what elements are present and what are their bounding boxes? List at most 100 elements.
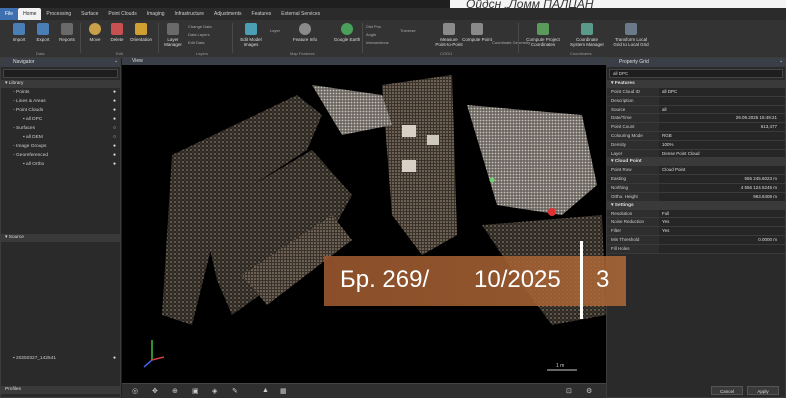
property-value[interactable]: Yes <box>659 227 785 235</box>
eye-icon[interactable]: ● <box>113 354 116 363</box>
property-value[interactable]: all DPC <box>659 88 785 96</box>
property-value[interactable] <box>659 244 785 253</box>
property-row[interactable]: Density 100% <box>607 140 785 150</box>
eye-icon[interactable]: ● <box>113 151 116 160</box>
property-row[interactable]: Northing 4 556 124.5245 m <box>607 183 785 193</box>
tree-item-lines-areas[interactable]: ◦ Lines & Areas ● <box>1 97 120 106</box>
transform-grid-button[interactable]: Transform Local Grid to Local Grid <box>612 23 650 53</box>
tab-point-clouds[interactable]: Point Clouds <box>103 8 141 20</box>
property-row[interactable]: Noise Reduction Yes <box>607 218 785 228</box>
property-value[interactable]: RGB <box>659 131 785 140</box>
eye-icon[interactable]: ● <box>113 142 116 151</box>
pin-icon[interactable]: ▪ <box>780 58 782 67</box>
property-value[interactable]: Cloud Point <box>659 166 785 175</box>
tab-surface[interactable]: Surface <box>76 8 103 20</box>
property-row[interactable]: Point Cloud ID all DPC <box>607 88 785 97</box>
tab-home[interactable]: Home <box>18 8 42 20</box>
profiles-footer[interactable]: Profiles <box>1 386 120 394</box>
property-row[interactable]: Min Threshold 0.0000 m <box>607 235 785 245</box>
google-earth-button[interactable]: Google Earth <box>332 23 362 53</box>
property-row[interactable]: Colouring Mode RGB <box>607 131 785 141</box>
property-row[interactable]: Resolution Full <box>607 209 785 219</box>
pin-icon[interactable]: ▪ <box>115 58 117 67</box>
orbit-icon[interactable]: ◎ <box>132 387 138 395</box>
apply-button[interactable]: Apply <box>747 386 779 395</box>
zoom-icon[interactable]: ⊕ <box>172 387 178 395</box>
property-row[interactable]: Ortho. Height 963.8408 m <box>607 192 785 202</box>
property-value[interactable]: 29.09.2025 15:49:21 <box>659 114 785 123</box>
dist-pos-item[interactable]: Dist Pos <box>366 24 381 29</box>
property-row[interactable]: Point Row Cloud Point <box>607 166 785 176</box>
property-value[interactable]: Dense Point Cloud <box>659 149 785 158</box>
tree-item-all-dpc[interactable]: ▪ all DPC ● <box>1 115 120 124</box>
edit-data-item[interactable]: Edit Data <box>188 40 204 45</box>
cancel-button[interactable]: Cancel <box>711 386 743 395</box>
property-row[interactable]: Source all <box>607 105 785 115</box>
color-mode-icon[interactable]: ✎ <box>232 387 238 395</box>
compute-project-coordinates-button[interactable]: Compute Project Coordinates <box>524 23 562 53</box>
reports-button[interactable]: Reports <box>52 23 82 53</box>
property-value[interactable]: all <box>659 105 785 114</box>
property-value[interactable]: 555 245.6023 m <box>659 175 785 183</box>
tree-item-image-groups[interactable]: ◦ Image Groups ● <box>1 142 120 151</box>
property-row[interactable]: Point Count 613,477 <box>607 123 785 132</box>
property-row[interactable]: Description <box>607 96 785 106</box>
property-value[interactable]: 963.8408 m <box>659 192 785 201</box>
compute-point-button[interactable]: Compute Point <box>462 23 492 53</box>
layer-item[interactable]: Layer <box>270 28 280 33</box>
layers-icon[interactable]: ◈ <box>212 387 217 395</box>
tab-infrastructure[interactable]: Infrastructure <box>170 8 209 20</box>
tab-file[interactable]: File <box>0 8 19 20</box>
property-value[interactable] <box>659 96 785 105</box>
screenshot-icon[interactable]: ▦ <box>280 387 287 395</box>
property-value[interactable]: Yes <box>659 218 785 227</box>
section-settings[interactable]: ▾ Settings <box>607 201 785 210</box>
tab-imaging[interactable]: Imaging <box>142 8 170 20</box>
tab-features[interactable]: Features <box>247 8 277 20</box>
property-value[interactable]: 613,477 <box>659 123 785 131</box>
property-row[interactable]: Filter Yes <box>607 227 785 236</box>
tree-item-surfaces[interactable]: ◦ Surfaces ○ <box>1 124 120 133</box>
property-value[interactable]: 100% <box>659 140 785 149</box>
section-features[interactable]: ▾ Features <box>607 80 785 88</box>
orientation-button[interactable]: Orientation <box>126 23 156 53</box>
layer-manager-button[interactable]: Layer Manager <box>158 23 188 53</box>
eye-icon[interactable]: ● <box>113 106 116 115</box>
change-data-item[interactable]: Change Data <box>188 24 212 29</box>
eye-icon[interactable]: ○ <box>113 124 116 133</box>
property-value[interactable]: Full <box>659 209 785 218</box>
3d-viewport[interactable]: View 1 m ◎ ✥ ⊕ ▣ ◈ ✎ ▲ ▦ ⊡ ⚙ <box>122 57 606 398</box>
eye-icon[interactable]: ● <box>113 160 116 169</box>
property-value[interactable]: 0.0000 m <box>659 235 785 244</box>
selected-object-select[interactable]: all DPC <box>609 69 783 78</box>
property-row[interactable]: Easting 555 245.6023 m <box>607 175 785 184</box>
measure-button[interactable]: Measure Point-to-Point <box>434 23 464 53</box>
red-marker-icon[interactable] <box>548 208 556 216</box>
tree-item-source[interactable]: ▪ 20250327_142541 ● <box>1 354 120 363</box>
tab-processing[interactable]: Processing <box>41 8 76 20</box>
eye-icon[interactable]: ○ <box>113 133 116 142</box>
property-row[interactable]: Fill Holes <box>607 244 785 254</box>
property-value[interactable]: 4 556 124.5245 m <box>659 183 785 192</box>
tree-item-points[interactable]: ◦ Points ● <box>1 88 120 97</box>
navigator-search-input[interactable] <box>3 69 118 78</box>
traverse-item[interactable]: Traverse <box>400 28 416 33</box>
property-row[interactable]: Date/Time 29.09.2025 15:49:21 <box>607 114 785 124</box>
green-marker-icon[interactable] <box>489 177 495 183</box>
tab-external-services[interactable]: External Services <box>276 8 325 20</box>
eye-icon[interactable]: ● <box>113 88 116 97</box>
camera-icon[interactable]: ▲ <box>262 387 269 394</box>
fit-view-icon[interactable]: ⊡ <box>566 387 572 395</box>
tree-item-all-ortho[interactable]: ▪ all Ortho ● <box>1 160 120 169</box>
source-header[interactable]: ▾ Source <box>1 234 120 242</box>
property-row[interactable]: Layer Dense Point Cloud <box>607 149 785 159</box>
pan-icon[interactable]: ✥ <box>152 387 158 395</box>
edit-model-images-button[interactable]: Edit Model Images <box>236 23 266 53</box>
tree-item-georeferenced[interactable]: ◦ Georeferenced ● <box>1 151 120 160</box>
intersections-item[interactable]: Intersections <box>366 40 389 45</box>
data-layers-item[interactable]: Data Layers <box>188 32 210 37</box>
eye-icon[interactable]: ● <box>113 115 116 124</box>
coordinate-system-manager-button[interactable]: Coordinate System Manager <box>568 23 606 53</box>
feature-info-button[interactable]: Feature Info <box>290 23 320 53</box>
view-cube-icon[interactable]: ▣ <box>192 387 199 395</box>
